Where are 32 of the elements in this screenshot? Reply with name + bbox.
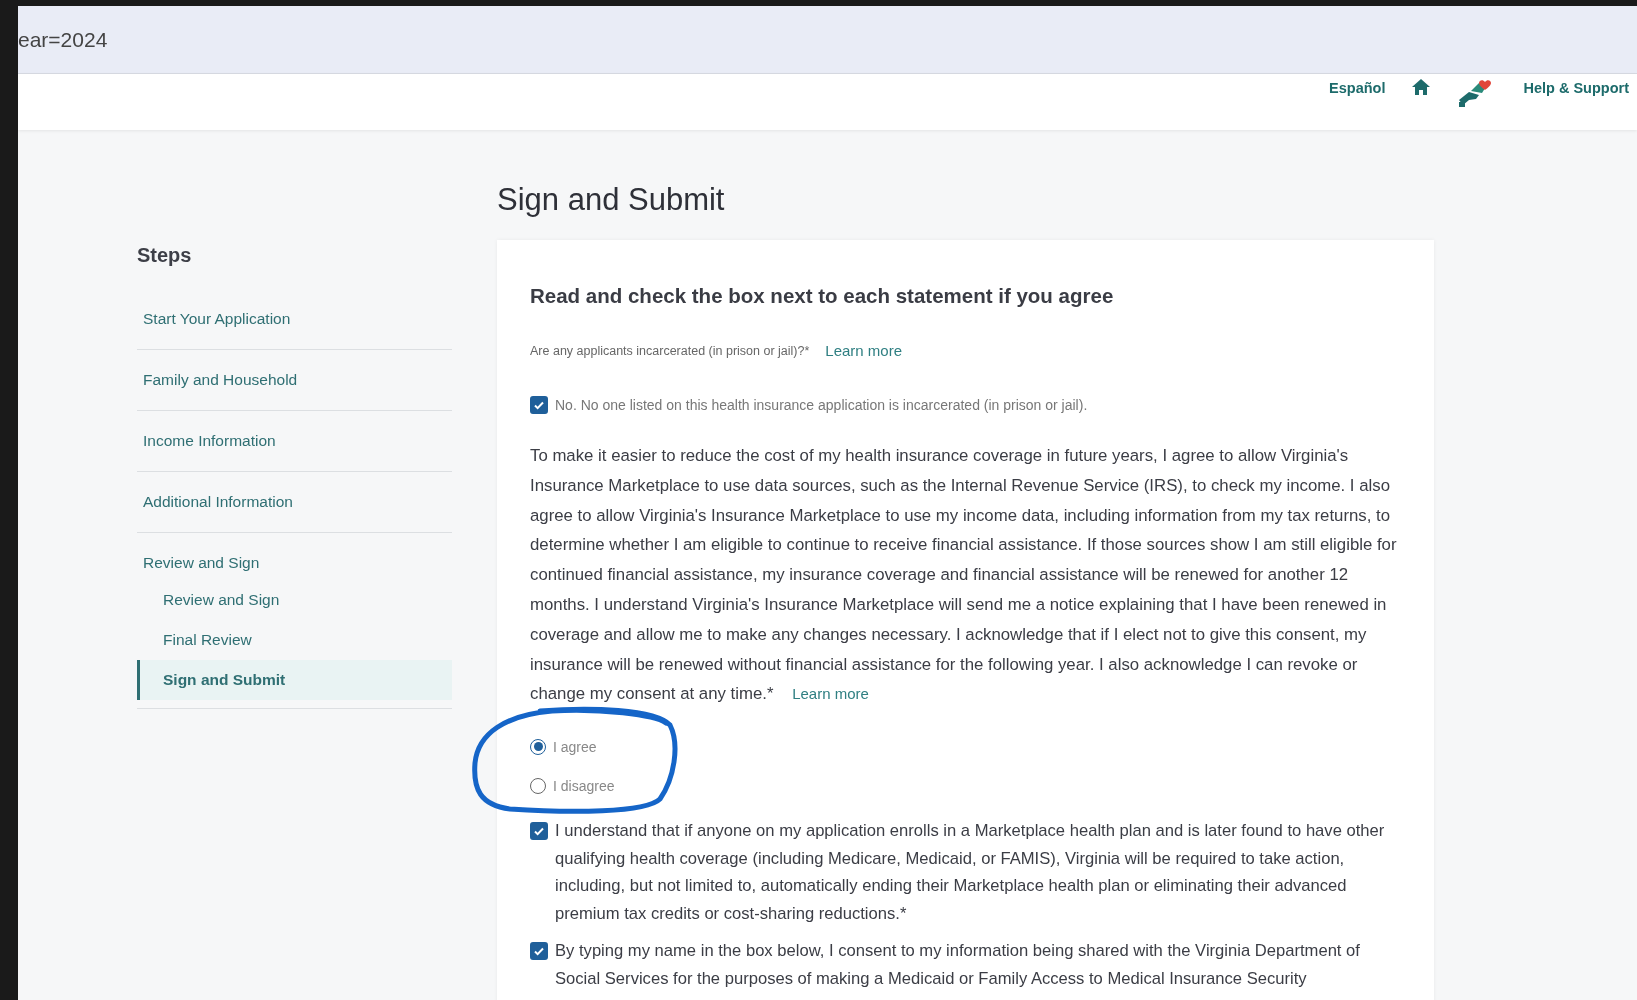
section-heading: Read and check the box next to each statement if you agree xyxy=(530,284,1115,308)
statement-text: I understand that if anyone on my application enrolls in a Marketplace health plan and is later found to have other qualifying health coverage (including Medicare, Medicaid, or FAMIS), Virginia will be required to take action, including, but not limited to, automatically ending their Marketplace health plan or eliminating their advanced premium tax credits or cost-sharing reductions.* xyxy=(555,820,1386,925)
checkbox[interactable] xyxy=(530,942,548,961)
step-link[interactable]: Start Your Application xyxy=(137,289,452,350)
check-icon xyxy=(533,945,545,958)
step-link[interactable]: Family and Household xyxy=(137,350,452,411)
radio-button[interactable] xyxy=(530,738,546,755)
step-link[interactable]: Review and Sign xyxy=(137,580,452,620)
step-link[interactable]: Sign and Submit xyxy=(137,660,452,700)
check-icon xyxy=(533,399,545,411)
option-label: No. No one listed on this health insurance application is incarcerated (in prison or jail). xyxy=(555,396,1088,415)
check-icon xyxy=(533,825,545,838)
address-text: ear=2024 xyxy=(18,27,108,52)
step-link[interactable]: Final Review xyxy=(137,620,452,660)
step-link[interactable]: Income Information xyxy=(137,411,452,472)
help-link[interactable]: Help & Support xyxy=(1523,80,1629,96)
learn-more-link[interactable]: Learn more xyxy=(825,342,903,359)
page-title: Sign and Submit xyxy=(497,182,726,218)
checkbox[interactable] xyxy=(530,396,548,414)
radio-button[interactable] xyxy=(530,777,546,794)
language-link[interactable]: Español xyxy=(1329,80,1386,96)
learn-more-link[interactable]: Learn more xyxy=(792,685,869,703)
question-text: Are any applicants incarcerated (in prison or jail)?* xyxy=(530,343,810,358)
radio-label: I disagree xyxy=(553,777,615,794)
step-link[interactable]: Review and Sign xyxy=(137,533,452,580)
checkbox[interactable] xyxy=(530,822,548,841)
home-icon[interactable] xyxy=(1411,78,1432,96)
steps-heading: Steps xyxy=(137,244,193,267)
step-link[interactable]: Additional Information xyxy=(137,472,452,533)
consent-paragraph: To make it easier to reduce the cost of my health insurance coverage in future years, I agree to allow Virginia's Insurance Marketplace to use data sources, such as the Internal Revenue Service (IRS), to check my income. I also agree to allow Virginia's Insurance Marketplace to use my income data, including information from my tax returns, to determine whether I am eligible to continue to receive financial assistance. If those sources show I am still eligible for continued financial assistance, my insurance coverage and financial assistance will be renewed for another 12 months. I understand Virginia's Insurance Marketplace will send me a notice explaining that I have been renewed in coverage and allow me to make any changes necessary. I acknowledge that if I elect not to give this consent, my insurance will be renewed without financial assistance for the following year. I also acknowledge I can revoke or change my consent at any time.* Learn more xyxy=(530,445,1398,706)
radio-label: I agree xyxy=(553,738,597,755)
statement-text: By typing my name in the box below, I consent to my information being shared with the Virginia Department of Social Services for the purposes of making a Medicaid or Family Access to Medical Insurance Security xyxy=(555,940,1361,990)
